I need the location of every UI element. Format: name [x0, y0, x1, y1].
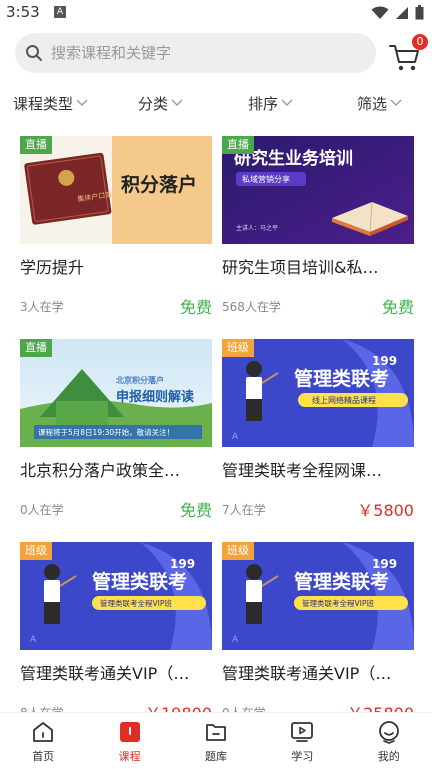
tab-profile[interactable]: 我的 [346, 713, 432, 769]
course-title: 管理类联考全程网课… [222, 461, 383, 480]
filter-label: 分类 [138, 94, 169, 113]
study-icon [289, 719, 315, 745]
live-tag: 直播 [20, 339, 52, 357]
course-price: ￥5800 [357, 501, 414, 520]
course-learners: 568人在学 [222, 300, 281, 314]
filter-course-type[interactable]: 课程类型 [13, 86, 88, 120]
filter-sort[interactable]: 排序 [248, 86, 293, 120]
course-icon [117, 719, 143, 745]
course-card[interactable]: 北京积分落户 申报细则解读 课程将于5月8日19:30开始，敬请关注！ 直播 北… [20, 339, 212, 520]
course-thumbnail: 北京积分落户 申报细则解读 课程将于5月8日19:30开始，敬请关注！ 直播 [20, 339, 212, 447]
thumb-main-text: 管理类联考 [294, 367, 389, 390]
class-tag: 班级 [222, 542, 254, 560]
bottom-tab-bar: 首页 课程 题库 学习 我的 [0, 712, 432, 769]
wifi-icon [371, 6, 389, 19]
chevron-down-icon [390, 99, 402, 106]
thumb-bottom-text: 课程将于5月8日19:30开始，敬请关注！ [38, 427, 174, 437]
thumb-sub-text: 线上网络精品课程 [312, 395, 376, 405]
tab-label: 题库 [204, 750, 227, 763]
course-card[interactable]: 199 管理类联考 管理类联考全程VIP班 A 班级 管理类联考通关VIP（… … [20, 542, 212, 723]
thumb-main-text: 管理类联考 [294, 570, 389, 593]
course-price: 免费 [179, 298, 212, 317]
course-thumbnail: 199 管理类联考 线上网络精品课程 A 班级 [222, 339, 414, 447]
course-card[interactable]: 研究生业务培训 私域营销分享 主讲人：马之平 直播 研究生项目培训&私… 568… [222, 136, 414, 317]
svg-text:A: A [30, 635, 37, 645]
search-input[interactable] [49, 43, 353, 63]
question-bank-icon [203, 719, 229, 745]
course-learners: 0人在学 [20, 503, 64, 517]
home-icon [30, 719, 56, 745]
thumb-number: 199 [170, 557, 195, 571]
status-indicators [371, 5, 424, 20]
course-card[interactable]: 集体户口簿 积分落户 直播 学历提升 3人在学 免费 [20, 136, 212, 317]
course-thumbnail: 199 管理类联考 管理类联考全程VIP班 A 班级 [222, 542, 414, 650]
tab-course[interactable]: 课程 [86, 713, 172, 769]
course-thumbnail: 研究生业务培训 私域营销分享 主讲人：马之平 直播 [222, 136, 414, 244]
thumb-small-text: 主讲人：马之平 [236, 224, 278, 232]
thumb-main-text: 管理类联考 [92, 570, 187, 593]
tab-label: 我的 [377, 750, 400, 763]
filter-bar: 课程类型 分类 排序 筛选 [0, 86, 432, 120]
course-thumbnail: 集体户口簿 积分落户 直播 [20, 136, 212, 244]
filter-label: 课程类型 [13, 94, 74, 113]
filter-screen[interactable]: 筛选 [357, 86, 402, 120]
course-thumbnail: 199 管理类联考 管理类联考全程VIP班 A 班级 [20, 542, 212, 650]
course-title: 研究生项目培训&私… [222, 258, 379, 277]
class-tag: 班级 [222, 339, 254, 357]
thumb-number: 199 [372, 354, 397, 368]
chevron-down-icon [76, 99, 88, 106]
thumb-sub-text: 私域营销分享 [242, 174, 290, 184]
course-title: 北京积分落户政策全… [20, 461, 181, 480]
course-price: 免费 [179, 501, 212, 520]
course-learners: 7人在学 [222, 503, 266, 517]
tab-study[interactable]: 学习 [259, 713, 345, 769]
svg-text:A: A [232, 432, 239, 442]
filter-category[interactable]: 分类 [138, 86, 183, 120]
thumb-sub-text: 管理类联考全程VIP班 [302, 598, 374, 608]
course-title: 学历提升 [20, 258, 85, 277]
thumb-main-text: 申报细则解读 [116, 389, 194, 405]
filter-label: 排序 [248, 94, 279, 113]
live-tag: 直播 [222, 136, 254, 154]
svg-text:A: A [232, 635, 239, 645]
chevron-down-icon [281, 99, 293, 106]
cart-button[interactable]: 0 [388, 34, 428, 74]
course-title: 管理类联考通关VIP（… [222, 664, 392, 683]
thumb-main-text: 积分落户 [121, 173, 197, 196]
course-learners: 3人在学 [20, 300, 64, 314]
profile-icon [376, 719, 402, 745]
course-card[interactable]: 199 管理类联考 线上网络精品课程 A 班级 管理类联考全程网课… 7人在学 … [222, 339, 414, 520]
search-box[interactable] [15, 33, 376, 73]
chevron-down-icon [171, 99, 183, 106]
notification-icon: A [54, 6, 66, 18]
thumb-number: 199 [372, 557, 397, 571]
cart-badge: 0 [412, 34, 428, 50]
tab-label: 课程 [118, 750, 141, 763]
status-bar: 3:53 A [0, 0, 432, 26]
tab-label: 学习 [291, 750, 314, 763]
search-row: 0 [0, 30, 432, 78]
tab-label: 首页 [32, 750, 55, 763]
course-price: 免费 [381, 298, 414, 317]
status-time: 3:53 [6, 3, 40, 21]
battery-icon [415, 5, 424, 20]
signal-icon [396, 6, 408, 19]
tab-question-bank[interactable]: 题库 [173, 713, 259, 769]
live-tag: 直播 [20, 136, 52, 154]
course-card[interactable]: 199 管理类联考 管理类联考全程VIP班 A 班级 管理类联考通关VIP（… … [222, 542, 414, 723]
course-title: 管理类联考通关VIP（… [20, 664, 190, 683]
thumb-sub-text: 管理类联考全程VIP班 [100, 598, 172, 608]
filter-label: 筛选 [357, 94, 388, 113]
tab-home[interactable]: 首页 [0, 713, 86, 769]
class-tag: 班级 [20, 542, 52, 560]
thumb-top-text: 北京积分落户 [116, 375, 164, 385]
search-icon [25, 44, 43, 62]
